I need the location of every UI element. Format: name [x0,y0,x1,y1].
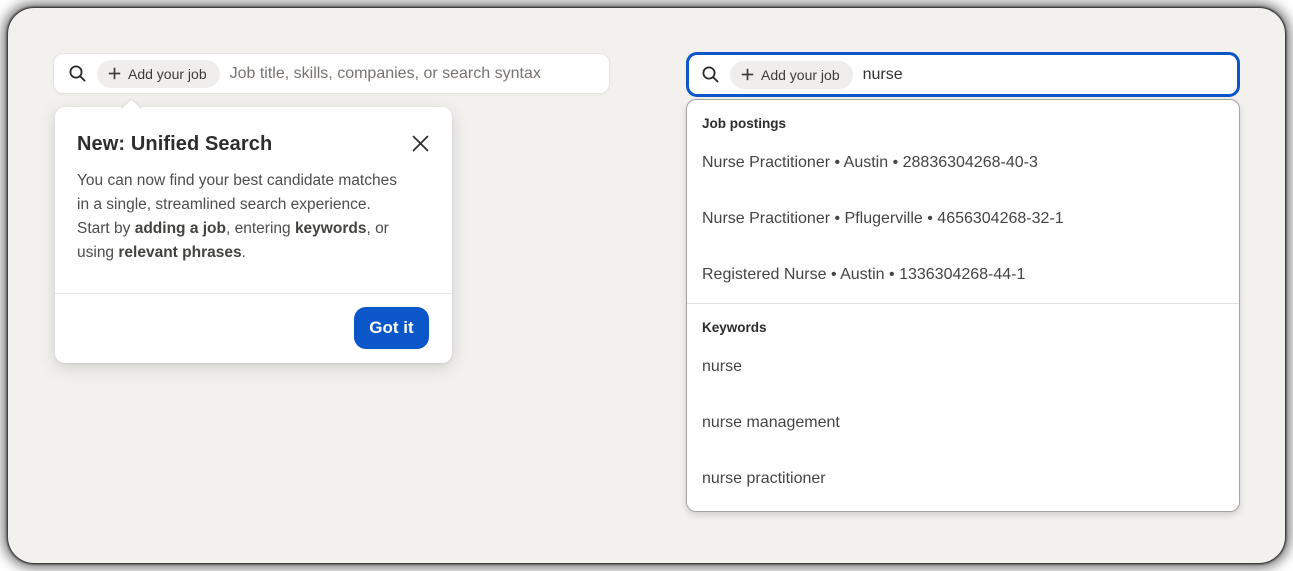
section-header-job-postings: Job postings [702,116,786,131]
keyword-suggestion[interactable]: nurse management [687,395,1239,451]
section-header-keywords: Keywords [702,320,767,335]
tooltip-divider [55,293,452,294]
got-it-button[interactable]: Got it [354,307,429,349]
search-suggestions-dropdown: Job postings Nurse Practitioner • Austin… [686,99,1240,512]
plus-icon [108,67,121,80]
add-your-job-chip[interactable]: Add your job [97,59,220,88]
tooltip-title: New: Unified Search [77,133,273,155]
search-input[interactable] [229,64,597,83]
add-your-job-label: Add your job [761,66,840,83]
add-your-job-chip[interactable]: Add your job [730,60,853,89]
tooltip-body-bold: adding a job [134,220,226,237]
add-your-job-label: Add your job [128,65,207,82]
search-icon [701,65,720,84]
tooltip-body-bold: keywords [294,220,367,237]
tooltip-body-bold: relevant phrases [118,244,242,261]
search-icon [68,64,87,83]
search-bar-focused[interactable]: Add your job [686,52,1240,97]
job-posting-suggestion[interactable]: Registered Nurse • Austin • 1336304268-4… [687,247,1239,303]
close-icon[interactable] [408,131,432,155]
keyword-suggestion[interactable]: nurse practitioner [687,451,1239,507]
plus-icon [741,68,754,81]
search-bar-unfocused[interactable]: Add your job [53,53,610,94]
search-input-query[interactable] [862,65,1227,84]
tooltip-body-text: . [241,244,246,261]
tooltip-body-text: , entering [226,220,295,237]
job-posting-suggestion[interactable]: Nurse Practitioner • Austin • 2883630426… [687,135,1239,191]
unified-search-tooltip: New: Unified Search You can now find you… [55,107,452,363]
job-posting-suggestion[interactable]: Nurse Practitioner • Pflugerville • 4656… [687,191,1239,247]
tooltip-body: You can now find your best candidate mat… [77,169,401,265]
keyword-suggestion[interactable]: nurse [687,339,1239,395]
app-canvas: Add your job New: Unified Search You can… [8,8,1285,563]
